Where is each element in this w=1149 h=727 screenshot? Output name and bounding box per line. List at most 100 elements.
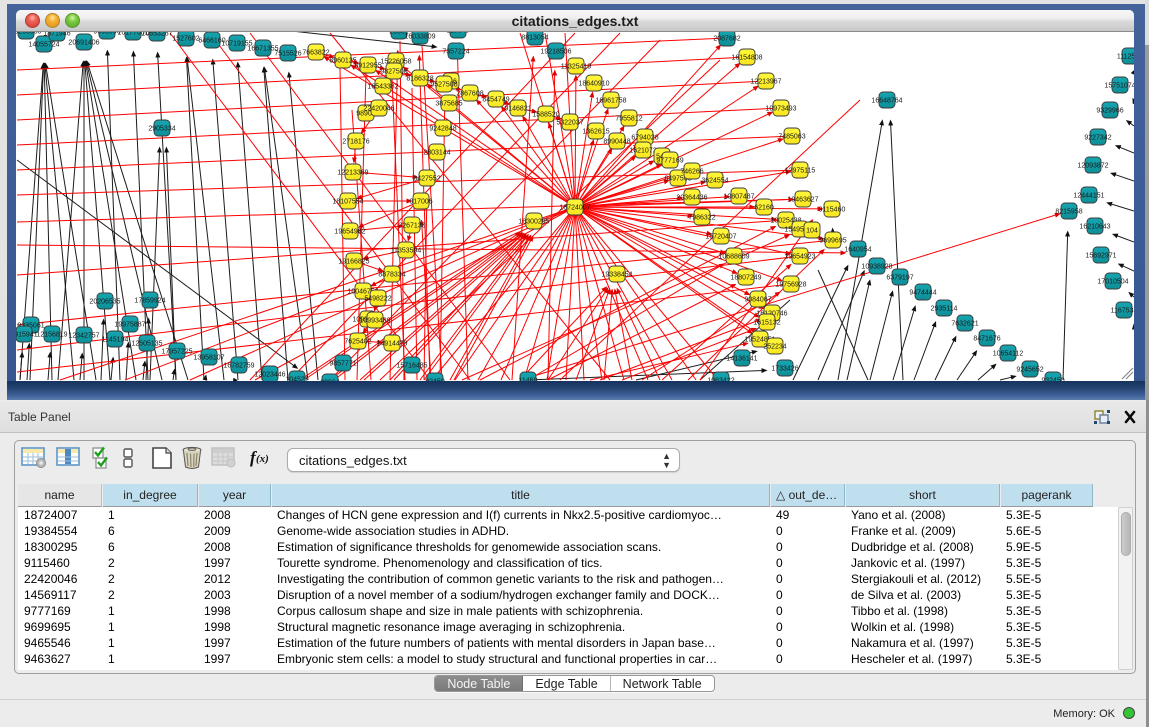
svg-text:1615132: 1615132 bbox=[753, 320, 780, 327]
svg-text:19463627: 19463627 bbox=[787, 197, 818, 204]
svg-text:19166825: 19166825 bbox=[338, 259, 369, 266]
svg-text:20206535: 20206535 bbox=[89, 299, 120, 306]
svg-text:9777169: 9777169 bbox=[656, 158, 683, 165]
svg-text:1640954: 1640954 bbox=[844, 247, 871, 254]
svg-text:92450: 92450 bbox=[425, 379, 445, 382]
svg-text:19654923: 19654923 bbox=[784, 254, 815, 261]
svg-text:1112546: 1112546 bbox=[1117, 54, 1134, 61]
svg-text:10807487: 10807487 bbox=[723, 194, 754, 201]
svg-text:15692971: 15692971 bbox=[1085, 253, 1116, 260]
svg-text:2867608: 2867608 bbox=[456, 91, 483, 98]
svg-text:12213967: 12213967 bbox=[750, 79, 781, 86]
svg-text:9227342: 9227342 bbox=[1084, 135, 1111, 142]
svg-text:2905334: 2905334 bbox=[148, 126, 175, 133]
svg-text:8912955: 8912955 bbox=[354, 63, 381, 70]
svg-text:15716485: 15716485 bbox=[396, 363, 427, 370]
svg-text:2935114: 2935114 bbox=[931, 306, 958, 313]
svg-text:10993489: 10993489 bbox=[359, 318, 390, 325]
svg-text:11353594: 11353594 bbox=[391, 248, 422, 255]
svg-text:20691406: 20691406 bbox=[68, 40, 99, 47]
svg-text:15751074: 15751074 bbox=[1104, 83, 1134, 90]
svg-text:16033809: 16033809 bbox=[404, 34, 435, 41]
svg-text:9329966: 9329966 bbox=[1096, 108, 1123, 115]
svg-text:18107554: 18107554 bbox=[332, 199, 363, 206]
svg-text:16782759: 16782759 bbox=[223, 363, 254, 370]
svg-text:104: 104 bbox=[806, 228, 818, 235]
svg-text:18640910: 18640910 bbox=[578, 81, 609, 88]
svg-text:9242848: 9242848 bbox=[429, 126, 456, 133]
svg-text:9857771: 9857771 bbox=[329, 361, 356, 368]
svg-text:16961758: 16961758 bbox=[595, 98, 626, 105]
svg-text:8813054: 8813054 bbox=[521, 35, 548, 42]
svg-text:3267130: 3267130 bbox=[398, 223, 425, 230]
svg-text:1167533: 1167533 bbox=[1111, 308, 1134, 315]
svg-text:16648764: 16648764 bbox=[871, 98, 902, 105]
svg-text:9245652: 9245652 bbox=[1016, 367, 1043, 374]
svg-text:9146821: 9146821 bbox=[504, 106, 531, 113]
svg-text:9474444: 9474444 bbox=[909, 290, 936, 297]
svg-text:917006: 917006 bbox=[409, 199, 432, 206]
svg-text:22420046: 22420046 bbox=[363, 106, 394, 113]
svg-text:7485063: 7485063 bbox=[778, 134, 805, 141]
svg-text:13958107: 13958107 bbox=[193, 355, 224, 362]
svg-text:8215958: 8215958 bbox=[1055, 209, 1082, 216]
svg-text:20864: 20864 bbox=[320, 380, 340, 382]
svg-text:14136141: 14136141 bbox=[726, 356, 757, 363]
svg-text:7357224: 7357224 bbox=[442, 49, 469, 56]
svg-text:6794028: 6794028 bbox=[631, 135, 658, 142]
svg-text:19975887: 19975887 bbox=[114, 322, 145, 329]
svg-text:1063422: 1063422 bbox=[707, 378, 734, 382]
svg-text:7632621: 7632621 bbox=[951, 321, 978, 328]
svg-text:17010504: 17010504 bbox=[1097, 279, 1128, 286]
svg-text:18724007: 18724007 bbox=[559, 205, 590, 212]
svg-text:6379197: 6379197 bbox=[886, 275, 913, 282]
svg-text:7515526: 7515526 bbox=[274, 51, 301, 58]
svg-text:10688609: 10688609 bbox=[718, 254, 749, 261]
svg-text:10654112: 10654112 bbox=[993, 351, 1024, 358]
svg-text:104521: 104521 bbox=[285, 377, 308, 382]
svg-text:12444151: 12444151 bbox=[1073, 193, 1104, 200]
svg-text:12505135: 12505135 bbox=[131, 341, 162, 348]
svg-text:1145194: 1145194 bbox=[102, 337, 129, 344]
svg-text:1733426: 1733426 bbox=[771, 366, 798, 373]
svg-text:7663822: 7663822 bbox=[302, 50, 329, 57]
svg-text:1588520: 1588520 bbox=[532, 112, 559, 119]
svg-text:2718176: 2718176 bbox=[342, 139, 369, 146]
svg-text:9527508: 9527508 bbox=[430, 82, 457, 89]
svg-text:15720407: 15720407 bbox=[705, 234, 736, 241]
svg-text:18807249: 18807249 bbox=[730, 275, 761, 282]
svg-text:10973493: 10973493 bbox=[765, 106, 796, 113]
svg-text:9699695: 9699695 bbox=[819, 238, 846, 245]
svg-text:20364436: 20364436 bbox=[676, 195, 707, 202]
svg-text:8990448: 8990448 bbox=[603, 139, 630, 146]
svg-text:(x): (x) bbox=[256, 453, 269, 465]
svg-text:18300295: 18300295 bbox=[518, 219, 549, 226]
svg-text:12975115: 12975115 bbox=[785, 168, 816, 175]
svg-text:9115460: 9115460 bbox=[819, 207, 846, 214]
svg-text:19654982: 19654982 bbox=[334, 229, 365, 236]
svg-text:12093872: 12093872 bbox=[1077, 163, 1108, 170]
svg-text:1362615: 1362615 bbox=[582, 129, 609, 136]
svg-text:2087682: 2087682 bbox=[713, 36, 740, 43]
svg-text:14914479: 14914479 bbox=[376, 341, 407, 348]
svg-text:5322037: 5322037 bbox=[556, 120, 583, 127]
svg-text:19338454: 19338454 bbox=[601, 272, 632, 279]
svg-text:16543382: 16543382 bbox=[367, 84, 398, 91]
svg-text:8878334: 8878334 bbox=[378, 272, 405, 279]
svg-text:11460: 11460 bbox=[519, 378, 538, 382]
svg-text:1527602: 1527602 bbox=[172, 36, 199, 43]
svg-text:16210643: 16210643 bbox=[1079, 224, 1110, 231]
svg-text:12156819: 12156819 bbox=[36, 332, 67, 339]
svg-text:7986322: 7986322 bbox=[688, 215, 715, 222]
svg-text:62160: 62160 bbox=[754, 205, 774, 212]
svg-text:3915941: 3915941 bbox=[16, 332, 38, 339]
svg-text:2803144: 2803144 bbox=[423, 150, 450, 157]
svg-text:16154808: 16154808 bbox=[731, 55, 762, 62]
svg-text:19756928: 19756928 bbox=[775, 282, 806, 289]
svg-text:746266: 746266 bbox=[680, 169, 703, 176]
svg-text:9084067: 9084067 bbox=[744, 297, 771, 304]
svg-text:932450: 932450 bbox=[1041, 378, 1064, 382]
svg-text:1621072: 1621072 bbox=[629, 148, 656, 155]
svg-text:11325419: 11325419 bbox=[561, 64, 592, 71]
svg-text:3624554: 3624554 bbox=[701, 178, 728, 185]
